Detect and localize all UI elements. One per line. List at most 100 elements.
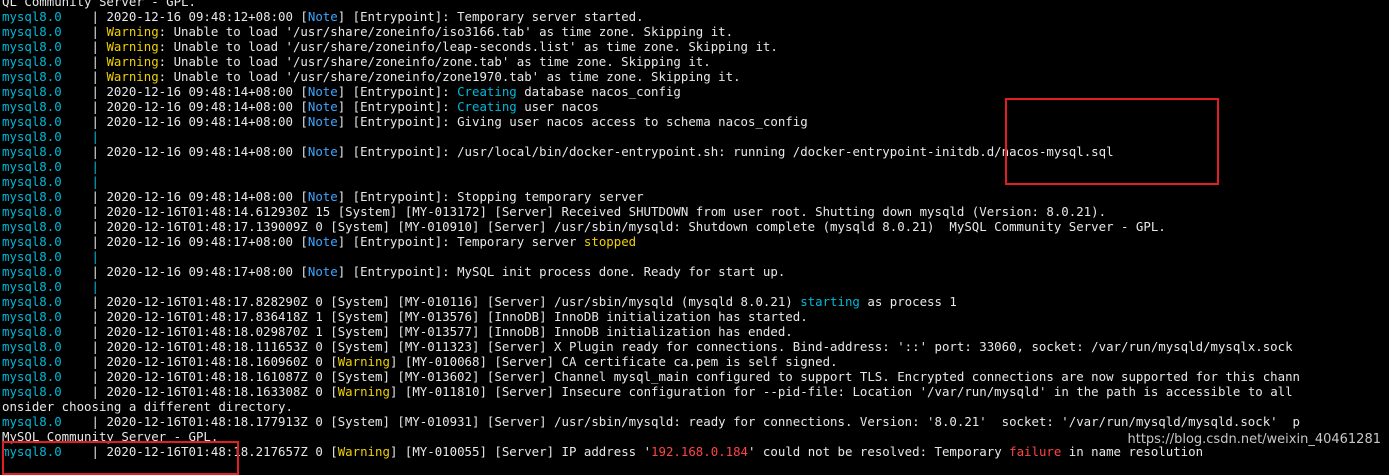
terminal-text-segment: mysql8.0 [2, 159, 92, 174]
terminal-text-segment: mysql8.0 [2, 264, 92, 279]
terminal-text-segment: Warning [106, 69, 159, 84]
terminal-line: mysql8.0 | 2020-12-16T01:48:17.828290Z 0… [2, 294, 957, 309]
watermark-text: https://blog.csdn.net/weixin_40461281 [1127, 432, 1381, 447]
terminal-text-segment: ] [Entrypoint]: Stopping temporary serve… [337, 189, 644, 204]
terminal-text-segment: mysql8.0 [2, 294, 92, 309]
terminal-text-segment: | 2020-12-16T01:48:18.177913Z 0 [System]… [91, 414, 1301, 429]
terminal-text-segment: Warning [337, 444, 390, 459]
terminal-line: mysql8.0 | 2020-12-16 09:48:14+08:00 [No… [2, 84, 681, 99]
terminal-text-segment: Note [307, 9, 338, 24]
terminal-text-segment: stopped [583, 234, 637, 249]
terminal-line: onsider choosing a different directory. [2, 399, 293, 414]
terminal-text-segment: | 2020-12-16 09:48:14+08:00 [ [91, 99, 308, 114]
terminal-text-segment: : Unable to load '/usr/share/zoneinfo/le… [158, 39, 778, 54]
terminal-text-segment: mysql8.0 [2, 309, 92, 324]
terminal-text-segment: mysql8.0 [2, 414, 92, 429]
terminal-text-segment: ] [Entrypoint]: Temporary server [337, 234, 584, 249]
terminal-line: mysql8.0 | 2020-12-16T01:48:18.160960Z 0… [2, 354, 838, 369]
terminal-text-segment: : Unable to load '/usr/share/zoneinfo/is… [158, 24, 734, 39]
terminal-text-segment: mysql8.0 [2, 54, 92, 69]
terminal-text-segment: mysql8.0 [2, 279, 92, 294]
terminal-text-segment: ] [Entrypoint]: Giving user nacos access… [337, 114, 808, 129]
terminal-line: mysql8.0 | 2020-12-16T01:48:14.612930Z 1… [2, 204, 1106, 219]
terminal-line: mysql8.0 | 2020-12-16T01:48:18.177913Z 0… [2, 414, 1300, 429]
terminal-text-segment: Creating [457, 99, 517, 114]
terminal-text-segment: : Unable to load '/usr/share/zoneinfo/zo… [158, 54, 711, 69]
terminal-text-segment: Warning [106, 24, 159, 39]
terminal-text-segment: mysql8.0 [2, 69, 92, 84]
terminal-text-segment: | 2020-12-16T01:48:18.160960Z 0 [ [91, 354, 338, 369]
terminal-text-segment: mysql8.0 [2, 324, 92, 339]
terminal-text-segment: Warning [106, 54, 159, 69]
terminal-text-segment: | [91, 24, 107, 39]
terminal-line: mysql8.0 | 2020-12-16 09:48:17+08:00 [No… [2, 234, 636, 249]
terminal-line: mysql8.0 | [2, 249, 99, 264]
terminal-text-segment: | [91, 129, 99, 144]
terminal-text-segment: QL Community Server - GPL. [2, 0, 196, 9]
terminal-text-segment: mysql8.0 [2, 384, 92, 399]
terminal-text-segment: mysql8.0 [2, 129, 92, 144]
terminal-text-segment: mysql8.0 [2, 189, 92, 204]
terminal-line: mysql8.0 | 2020-12-16T01:48:18.029870Z 1… [2, 324, 793, 339]
terminal-text-segment: Note [307, 264, 338, 279]
terminal-text-segment: mysql8.0 [2, 369, 92, 384]
terminal-text-segment: | 2020-12-16 09:48:12+08:00 [ [91, 9, 308, 24]
terminal-text-segment: ] [Entrypoint]: Temporary server started… [337, 9, 644, 24]
terminal-line: mysql8.0 | 2020-12-16 09:48:12+08:00 [No… [2, 9, 644, 24]
terminal-text-segment: user nacos [516, 99, 599, 114]
terminal-text-segment: Warning [337, 354, 390, 369]
terminal-text-segment: 192.168.0.184 [651, 444, 749, 459]
terminal-text-segment: onsider choosing a different directory. [2, 399, 293, 414]
terminal-text-segment: | 2020-12-16T01:48:14.612930Z 15 [System… [91, 204, 1107, 219]
terminal-text-segment: mysql8.0 [2, 204, 92, 219]
terminal-text-segment: mysql8.0 [2, 249, 92, 264]
terminal-text-segment: Warning [106, 39, 159, 54]
terminal-text-segment: mysql8.0 [2, 144, 92, 159]
terminal-line: mysql8.0 | Warning: Unable to load '/usr… [2, 54, 711, 69]
terminal-text-segment: ] [Entrypoint]: [337, 84, 458, 99]
terminal-text-segment: Note [307, 99, 338, 114]
terminal-text-segment: | 2020-12-16T01:48:18.111653Z 0 [System]… [91, 339, 1293, 354]
terminal-text-segment: | [91, 159, 99, 174]
terminal-line: mysql8.0 | Warning: Unable to load '/usr… [2, 69, 741, 84]
terminal-text-segment: | 2020-12-16 09:48:14+08:00 [ [91, 144, 308, 159]
terminal-line: mysql8.0 | 2020-12-16 09:48:14+08:00 [No… [2, 99, 599, 114]
terminal-line: mysql8.0 | 2020-12-16T01:48:17.836418Z 1… [2, 309, 808, 324]
terminal-text-segment: mysql8.0 [2, 174, 92, 189]
terminal-text-segment: mysql8.0 [2, 219, 92, 234]
terminal-text-segment: Note [307, 189, 338, 204]
terminal-text-segment: | [91, 39, 107, 54]
terminal-line: mysql8.0 | 2020-12-16T01:48:18.111653Z 0… [2, 339, 1293, 354]
terminal-line: mysql8.0 | 2020-12-16 09:48:14+08:00 [No… [2, 189, 644, 204]
terminal-line: mysql8.0 | 2020-12-16 09:48:17+08:00 [No… [2, 264, 785, 279]
terminal-text-segment: | [91, 249, 99, 264]
terminal-text-segment: | [91, 279, 99, 294]
terminal-text-segment: | 2020-12-16 09:48:17+08:00 [ [91, 264, 308, 279]
terminal-text-segment: | [91, 174, 99, 189]
terminal-line: mysql8.0 | [2, 129, 99, 144]
terminal-text-segment: ] [Entrypoint]: /usr/local/bin/docker-en… [337, 144, 1114, 159]
terminal-text-segment: | 2020-12-16T01:48:17.836418Z 1 [System]… [91, 309, 808, 324]
terminal-text-segment: mysql8.0 [2, 354, 92, 369]
terminal-line: mysql8.0 | 2020-12-16T01:48:18.163308Z 0… [2, 384, 1293, 399]
terminal-text-segment: Note [307, 114, 338, 129]
terminal-text-segment: ' could not be resolved: Temporary [748, 444, 1010, 459]
terminal-text-segment: ] [MY-011810] [Server] Insecure configur… [389, 384, 1293, 399]
terminal-text-segment: ] [MY-010068] [Server] CA certificate ca… [389, 354, 838, 369]
terminal-text-segment: ] [MY-010055] [Server] IP address ' [389, 444, 652, 459]
terminal-text-segment: mysql8.0 [2, 9, 92, 24]
terminal-text-segment: | 2020-12-16T01:48:18.163308Z 0 [ [91, 384, 338, 399]
terminal-text-segment: mysql8.0 [2, 24, 92, 39]
terminal-text-segment: : Unable to load '/usr/share/zoneinfo/zo… [158, 69, 741, 84]
terminal-text-segment: mysql8.0 [2, 84, 92, 99]
terminal-text-segment: | 2020-12-16 09:48:17+08:00 [ [91, 234, 308, 249]
terminal-text-segment: Note [307, 234, 338, 249]
terminal-text-segment: mysql8.0 [2, 99, 92, 114]
terminal-line: QL Community Server - GPL. [2, 0, 196, 9]
terminal-text-segment: database nacos_config [516, 84, 681, 99]
terminal-text-segment: | 2020-12-16T01:48:18.161087Z 0 [System]… [91, 369, 1301, 384]
terminal-text-segment: ] [Entrypoint]: MySQL init process done.… [337, 264, 786, 279]
terminal-text-segment: mysql8.0 [2, 114, 92, 129]
terminal-text-segment: Creating [457, 84, 517, 99]
terminal-text-segment: ] [Entrypoint]: [337, 99, 458, 114]
